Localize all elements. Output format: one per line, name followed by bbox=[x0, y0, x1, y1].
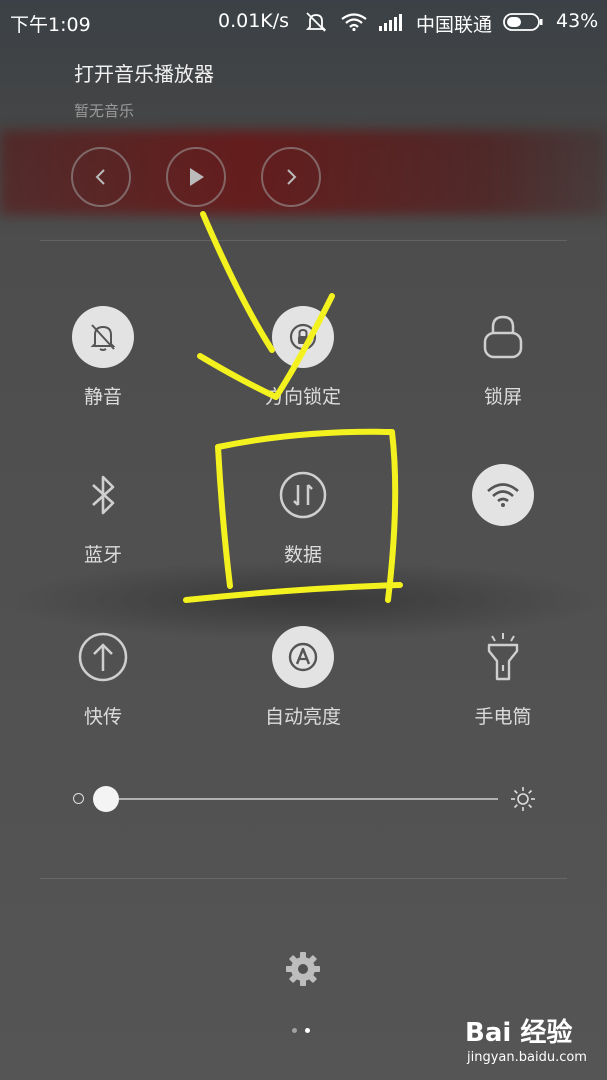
bluetooth-icon bbox=[92, 475, 115, 515]
page-dot bbox=[292, 1028, 297, 1033]
toggle-label: 快传 bbox=[83, 706, 122, 728]
toggle-wifi[interactable] bbox=[433, 464, 573, 526]
play-button[interactable] bbox=[166, 147, 226, 207]
signal-icon bbox=[379, 14, 402, 31]
gear-icon[interactable] bbox=[284, 950, 322, 988]
mute-icon bbox=[90, 324, 116, 351]
toggle-circle bbox=[472, 464, 534, 526]
wifi-icon bbox=[487, 483, 519, 507]
quick-transfer-icon bbox=[78, 632, 128, 682]
toggle-label: 方向锁定 bbox=[264, 386, 341, 408]
previous-button[interactable] bbox=[71, 147, 131, 207]
toggle-label: 蓝牙 bbox=[83, 544, 122, 566]
divider bbox=[40, 878, 567, 879]
toggle-lock-screen[interactable]: 锁屏 bbox=[433, 306, 573, 409]
page-dot-active bbox=[305, 1028, 310, 1033]
toggle-label: 数据 bbox=[283, 544, 322, 566]
mobile-data-icon bbox=[279, 471, 327, 519]
next-button[interactable] bbox=[261, 147, 321, 207]
mute-vibrate-icon bbox=[305, 12, 327, 32]
brightness-low-icon bbox=[73, 793, 84, 804]
toggle-bluetooth[interactable]: 蓝牙 bbox=[33, 464, 173, 567]
toggle-circle bbox=[72, 626, 134, 688]
wifi-icon bbox=[341, 13, 367, 31]
toggle-label: 静音 bbox=[83, 386, 122, 408]
toggle-circle bbox=[472, 626, 534, 688]
toggle-circle bbox=[72, 464, 134, 526]
auto-brightness-icon bbox=[288, 642, 318, 672]
brightness-slider-track[interactable] bbox=[106, 798, 498, 800]
toggle-label: 锁屏 bbox=[483, 386, 522, 408]
status-bar: 下午1:09 0.01K/s 中国联通 43% bbox=[0, 0, 607, 44]
status-battery-percent: 43% bbox=[556, 10, 599, 32]
flashlight-icon bbox=[487, 633, 519, 681]
watermark-url: jingyan.baidu.com bbox=[467, 1050, 587, 1065]
battery-icon bbox=[503, 13, 543, 31]
toggle-quick-transfer[interactable]: 快传 bbox=[33, 626, 173, 729]
toggle-label: 自动亮度 bbox=[264, 706, 341, 728]
music-player-subtitle: 暂无音乐 bbox=[74, 102, 135, 120]
brightness-slider-knob[interactable] bbox=[93, 786, 119, 812]
toggle-circle bbox=[472, 306, 534, 368]
toggle-circle bbox=[272, 626, 334, 688]
toggle-circle bbox=[272, 464, 334, 526]
baidu-watermark: Bai 经验 jingyan.baidu.com bbox=[465, 1012, 605, 1074]
toggle-flashlight[interactable]: 手电筒 bbox=[433, 626, 573, 729]
toggle-circle bbox=[272, 306, 334, 368]
status-time: 下午1:09 bbox=[10, 14, 91, 36]
status-net-speed: 0.01K/s bbox=[218, 10, 290, 32]
watermark-brand: Bai 经验 bbox=[465, 1018, 573, 1048]
lock-icon bbox=[483, 315, 523, 359]
previous-icon bbox=[95, 169, 105, 185]
toggle-mobile-data[interactable]: 数据 bbox=[233, 464, 373, 567]
brightness-high-icon bbox=[511, 787, 535, 811]
toggle-label: 手电筒 bbox=[474, 706, 532, 728]
status-carrier: 中国联通 bbox=[416, 14, 493, 36]
toggle-auto-brightness[interactable]: 自动亮度 bbox=[233, 626, 373, 729]
page-indicator bbox=[292, 1028, 310, 1033]
toggle-mute[interactable]: 静音 bbox=[33, 306, 173, 409]
rotation-lock-icon bbox=[289, 323, 317, 351]
toggle-rotation-lock[interactable]: 方向锁定 bbox=[233, 306, 373, 409]
music-player-title[interactable]: 打开音乐播放器 bbox=[74, 58, 214, 87]
next-icon bbox=[287, 169, 297, 185]
toggle-circle bbox=[72, 306, 134, 368]
play-icon bbox=[190, 168, 204, 186]
divider bbox=[40, 240, 567, 241]
